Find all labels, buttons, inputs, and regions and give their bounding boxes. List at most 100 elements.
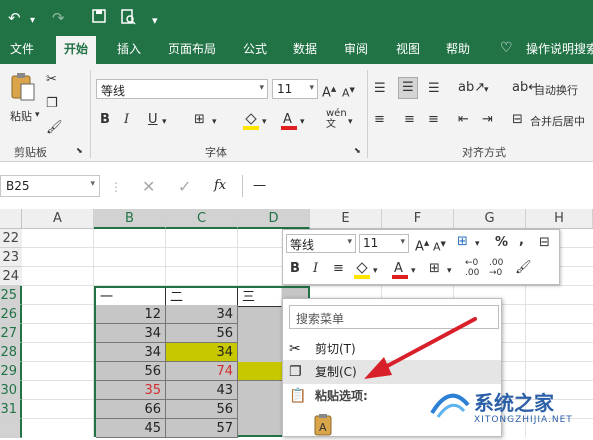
cell-b27[interactable]: 34 bbox=[96, 324, 166, 343]
cell-b31[interactable]: 66 bbox=[96, 400, 166, 419]
row-header-24[interactable]: 24 bbox=[0, 267, 22, 286]
column-header-b[interactable]: B bbox=[94, 209, 166, 229]
mini-font-name-combo[interactable]: 等线 ▾ bbox=[286, 234, 356, 253]
increase-decimal-icon[interactable]: ←0.00 bbox=[465, 258, 479, 278]
insert-function-icon[interactable]: fx bbox=[214, 178, 226, 193]
phonetic-guide-icon[interactable]: wén 文 bbox=[326, 108, 347, 130]
column-header-e[interactable]: E bbox=[310, 209, 382, 229]
chevron-down-icon[interactable]: ▾ bbox=[300, 114, 305, 130]
undo-icon[interactable]: ↶ bbox=[8, 9, 21, 27]
cell-b29[interactable]: 56 bbox=[96, 362, 166, 381]
mini-borders-icon[interactable]: ⊞ bbox=[429, 261, 440, 277]
mini-font-size-combo[interactable]: 11 ▾ bbox=[359, 234, 409, 253]
increase-indent-icon[interactable]: ⇥ bbox=[482, 112, 493, 128]
paste-option-icon[interactable]: A bbox=[313, 413, 335, 440]
enter-icon[interactable]: ✓ bbox=[178, 177, 191, 196]
tab-file[interactable]: 文件 bbox=[10, 41, 34, 57]
format-table-icon[interactable]: ⊟ bbox=[539, 235, 550, 251]
row-header-28[interactable]: 28 bbox=[0, 343, 22, 362]
increase-font-icon[interactable]: A▲ bbox=[322, 81, 336, 101]
mini-bold-icon[interactable]: B bbox=[290, 261, 300, 277]
decrease-font-icon[interactable]: A▼ bbox=[342, 82, 355, 102]
mini-fill-color-icon[interactable] bbox=[353, 259, 371, 284]
save-icon[interactable] bbox=[92, 9, 106, 27]
column-header-d[interactable]: D bbox=[238, 209, 310, 229]
wrap-text-button[interactable]: 自动换行 bbox=[534, 82, 578, 98]
underline-icon[interactable]: U bbox=[148, 112, 158, 128]
cell-d25[interactable]: 三 bbox=[238, 288, 282, 307]
align-center-icon[interactable]: ≡ bbox=[404, 112, 415, 128]
row-header-22[interactable]: 22 bbox=[0, 229, 22, 248]
tab-insert[interactable]: 插入 bbox=[117, 41, 141, 57]
bold-icon[interactable]: B bbox=[100, 112, 110, 128]
cell-c28[interactable]: 34 bbox=[166, 343, 238, 362]
formula-input[interactable]: — bbox=[242, 175, 593, 197]
align-right-icon[interactable]: ≡ bbox=[428, 112, 439, 128]
cell-b26[interactable]: 12 bbox=[96, 305, 166, 324]
chevron-down-icon[interactable]: ▾ bbox=[475, 236, 480, 252]
orientation-icon[interactable]: ab↗ bbox=[458, 80, 485, 96]
redo-icon[interactable]: ↷ bbox=[52, 9, 65, 27]
cell-c31[interactable]: 56 bbox=[166, 400, 238, 419]
cell-b32[interactable]: 45 bbox=[96, 419, 166, 438]
mini-font-color-icon[interactable]: A bbox=[391, 259, 409, 284]
chevron-down-icon[interactable]: ▾ bbox=[262, 114, 267, 130]
font-launcher-icon[interactable]: ⬊ bbox=[354, 146, 361, 155]
font-name-combo[interactable]: 等线 ▾ bbox=[96, 79, 268, 99]
chevron-down-icon[interactable]: ▾ bbox=[259, 83, 264, 93]
cut-icon[interactable]: ✂ bbox=[46, 72, 57, 88]
row-header-30[interactable]: 30 bbox=[0, 381, 22, 400]
paste-icon[interactable] bbox=[10, 72, 36, 107]
undo-dropdown-icon[interactable]: ▾ bbox=[30, 12, 35, 30]
chevron-down-icon[interactable]: ▾ bbox=[348, 114, 353, 130]
column-header-c[interactable]: C bbox=[166, 209, 238, 229]
customize-quick-access-icon[interactable]: ▾ bbox=[152, 12, 158, 30]
tab-help[interactable]: 帮助 bbox=[446, 41, 470, 57]
row-header-31[interactable]: 31 bbox=[0, 400, 22, 419]
align-bottom-icon[interactable]: ☰ bbox=[428, 81, 440, 97]
chevron-down-icon[interactable]: ▾ bbox=[484, 82, 489, 98]
tab-data[interactable]: 数据 bbox=[293, 41, 317, 57]
row-header-29[interactable]: 29 bbox=[0, 362, 22, 381]
column-header-g[interactable]: G bbox=[454, 209, 526, 229]
mini-format-painter-icon[interactable]: 🖌 bbox=[515, 260, 532, 276]
percent-style-icon[interactable]: % bbox=[495, 235, 508, 251]
decrease-indent-icon[interactable]: ⇤ bbox=[458, 112, 469, 128]
chevron-down-icon[interactable]: ▾ bbox=[411, 263, 416, 279]
chevron-down-icon[interactable]: ▾ bbox=[347, 237, 352, 247]
name-box[interactable]: B25 ▾ bbox=[0, 175, 100, 197]
row-header-32[interactable] bbox=[0, 419, 22, 438]
mini-align-center-icon[interactable]: ≡ bbox=[333, 261, 344, 277]
column-header-f[interactable]: F bbox=[382, 209, 454, 229]
tell-me-search[interactable]: 操作说明搜索 bbox=[526, 41, 593, 57]
fill-color-icon[interactable] bbox=[242, 110, 260, 135]
row-header-23[interactable]: 23 bbox=[0, 248, 22, 267]
paste-button-label[interactable]: 粘贴 bbox=[10, 108, 32, 124]
merge-center-icon[interactable]: ⊟ bbox=[512, 112, 523, 128]
copy-icon[interactable]: ❐ bbox=[46, 96, 58, 112]
borders-icon[interactable]: ⊞ bbox=[194, 112, 205, 128]
chevron-down-icon[interactable]: ▾ bbox=[447, 263, 452, 279]
increase-font-icon[interactable]: A▲ bbox=[415, 235, 429, 255]
row-header-26[interactable]: 26 bbox=[0, 305, 22, 324]
chevron-down-icon[interactable]: ▾ bbox=[90, 179, 95, 189]
cell-c26[interactable]: 34 bbox=[166, 305, 238, 324]
format-painter-icon[interactable]: 🖌 bbox=[46, 120, 63, 136]
cell-c30[interactable]: 43 bbox=[166, 381, 238, 400]
chevron-down-icon[interactable]: ▾ bbox=[309, 83, 314, 93]
chevron-down-icon[interactable]: ▾ bbox=[212, 114, 217, 130]
cancel-icon[interactable]: ✕ bbox=[142, 177, 155, 196]
align-middle-icon[interactable]: ☰ bbox=[398, 77, 418, 99]
decrease-decimal-icon[interactable]: .00 →0 bbox=[489, 258, 503, 278]
clipboard-launcher-icon[interactable]: ⬊ bbox=[76, 146, 83, 155]
font-size-combo[interactable]: 11 ▾ bbox=[272, 79, 318, 99]
decrease-font-icon[interactable]: A▼ bbox=[433, 236, 446, 256]
font-color-icon[interactable]: A bbox=[280, 110, 298, 135]
paste-dropdown-icon[interactable]: ▾ bbox=[35, 110, 40, 120]
tab-page-layout[interactable]: 页面布局 bbox=[168, 41, 216, 57]
tab-formulas[interactable]: 公式 bbox=[243, 41, 267, 57]
cell-b30[interactable]: 35 bbox=[96, 381, 166, 400]
align-top-icon[interactable]: ☰ bbox=[374, 81, 386, 97]
cell-d29[interactable] bbox=[238, 362, 282, 381]
chevron-down-icon[interactable]: ▾ bbox=[373, 263, 378, 279]
